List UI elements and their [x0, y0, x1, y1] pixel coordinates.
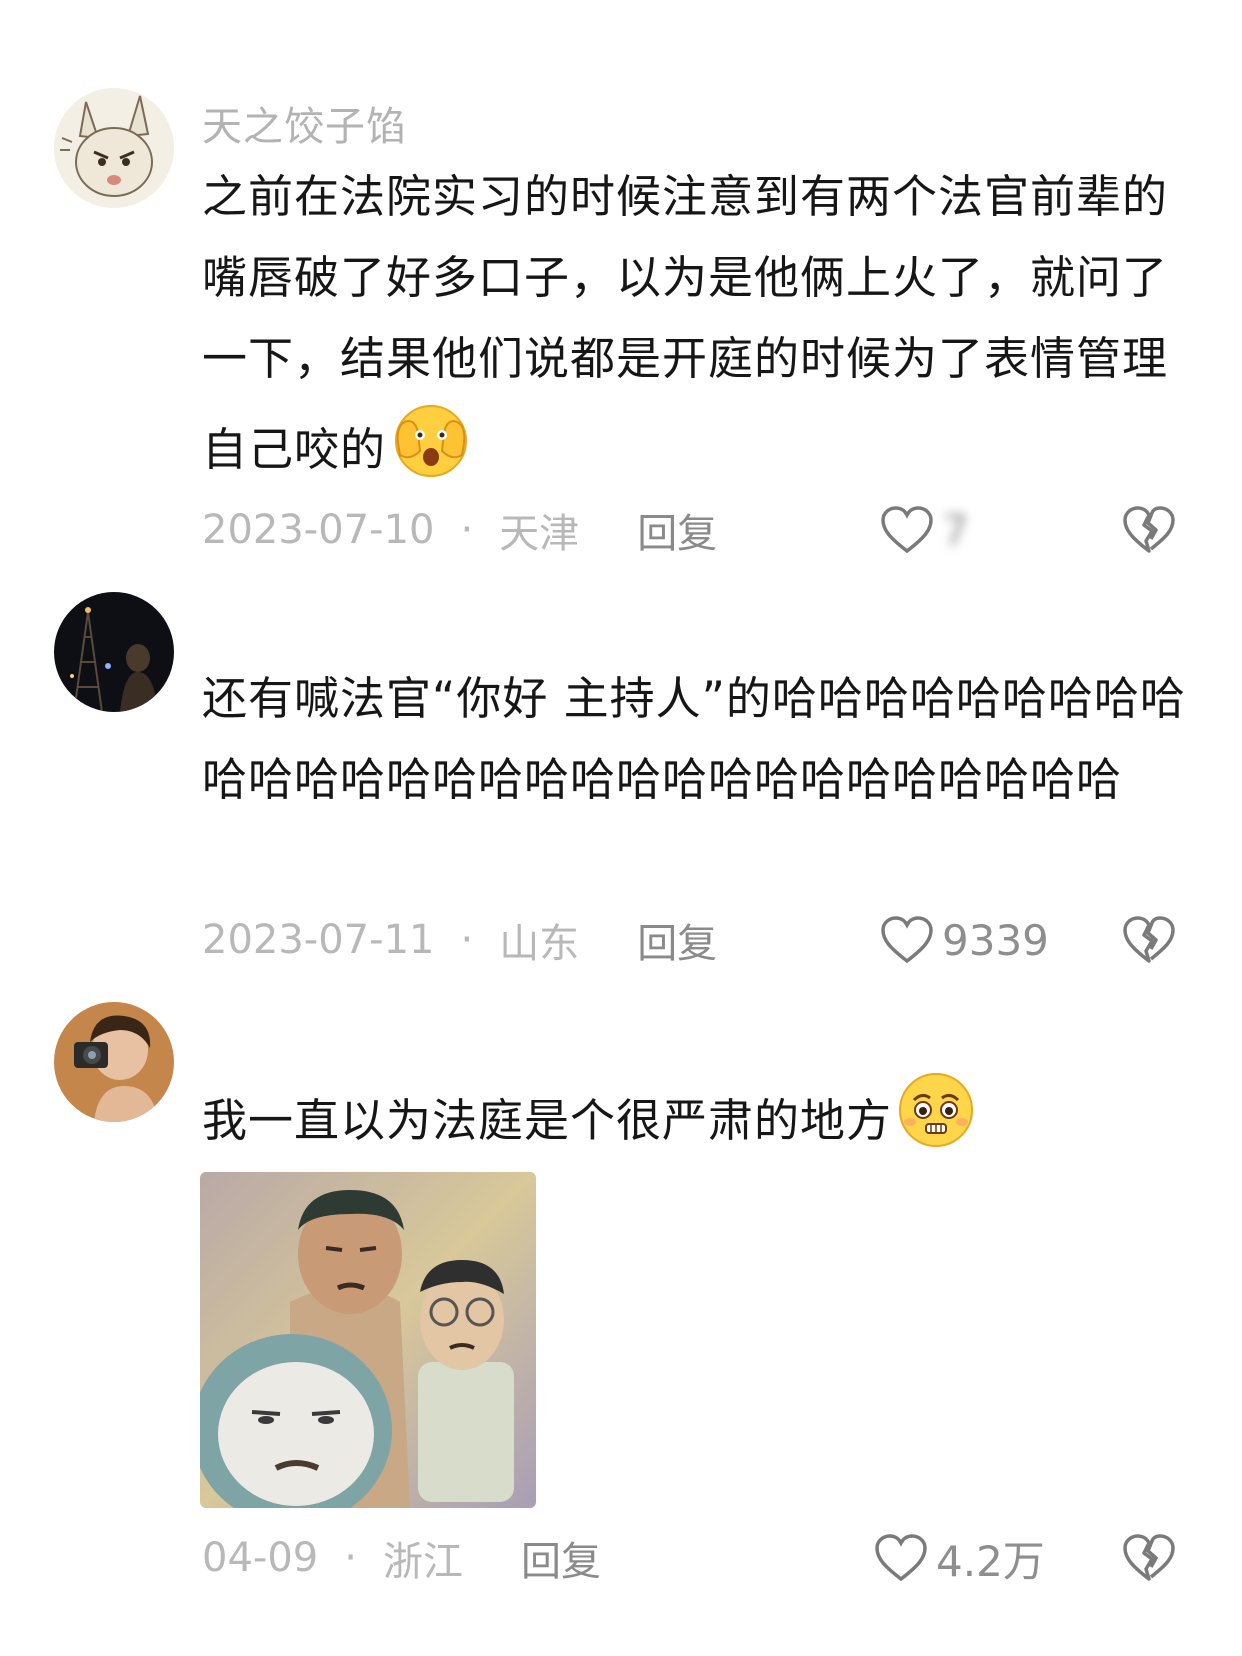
dislike-button[interactable]	[1122, 1528, 1176, 1588]
like-count: 7	[942, 505, 969, 555]
comment-text: 之前在法院实习的时候注意到有两个法官前辈的嘴唇破了好多口子，以为是他俩上火了，就…	[202, 156, 1192, 504]
comment-date: 2023-07-11	[202, 917, 435, 963]
like-button[interactable]: 9339	[880, 910, 1049, 970]
broken-heart-icon	[1123, 1534, 1175, 1581]
heart-outline-icon	[881, 506, 933, 554]
avatar[interactable]	[54, 592, 174, 712]
comment-location: 天津	[499, 511, 580, 557]
avatar[interactable]	[54, 88, 174, 208]
comment-text: 还有喊法官“你好 主持人”的哈哈哈哈哈哈哈哈哈哈哈哈哈哈哈哈哈哈哈哈哈哈哈哈哈哈…	[202, 672, 1186, 806]
like-button[interactable]: 7	[880, 500, 969, 560]
broken-heart-icon	[1123, 506, 1175, 553]
comment-body: 我一直以为法庭是个很严肃的地方	[202, 1094, 893, 1147]
like-button[interactable]: 4.2万	[874, 1528, 1045, 1588]
comment-meta: 04-09 · 浙江 回复	[202, 1528, 601, 1588]
reply-button[interactable]: 回复	[637, 911, 717, 969]
pleading-face-emoji	[896, 1070, 976, 1175]
comment-date: 2023-07-10	[202, 507, 435, 553]
comment-meta: 2023-07-10 · 天津 回复	[202, 500, 717, 560]
heart-outline-icon	[875, 1534, 927, 1582]
separator-dot: ·	[460, 917, 474, 963]
separator-dot: ·	[344, 1535, 357, 1581]
reply-button[interactable]: 回复	[637, 501, 717, 559]
avatar[interactable]	[54, 1002, 174, 1122]
comment-body: 之前在法院实习的时候注意到有两个法官前辈的嘴唇破了好多口子，以为是他俩上火了，就…	[202, 170, 1169, 476]
comment-text: 我一直以为法庭是个很严肃的地方	[202, 1070, 1192, 1175]
comment-date: 04-09	[202, 1535, 319, 1581]
like-count: 4.2万	[936, 1536, 1045, 1586]
dislike-button[interactable]	[1122, 910, 1176, 970]
comment-meta: 2023-07-11 · 山东 回复	[202, 910, 717, 970]
comment-location: 浙江	[382, 1539, 463, 1585]
meme-sticker-image[interactable]	[200, 1172, 536, 1508]
reply-button[interactable]: 回复	[521, 1529, 601, 1587]
comment-location: 山东	[499, 921, 580, 967]
username[interactable]: 天之饺子馅	[202, 94, 407, 152]
like-count: 9339	[942, 915, 1049, 965]
dislike-button[interactable]	[1122, 500, 1176, 560]
broken-heart-icon	[1123, 916, 1175, 963]
hands-over-face-emoji	[390, 399, 472, 504]
heart-outline-icon	[881, 916, 933, 964]
separator-dot: ·	[460, 507, 474, 553]
